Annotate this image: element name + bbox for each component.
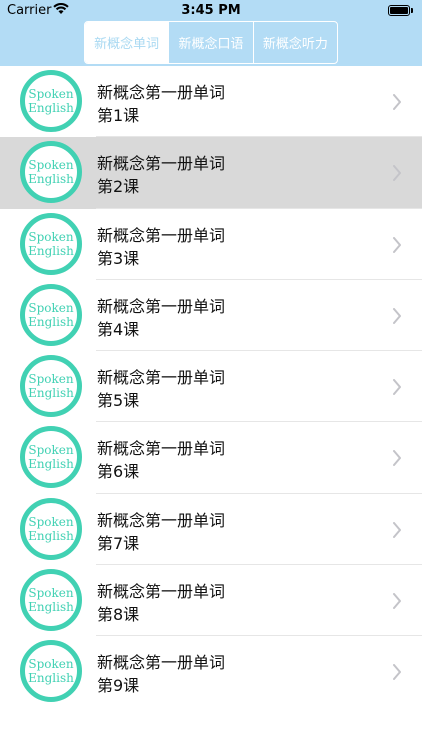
logo-text: Spoken bbox=[28, 229, 74, 244]
item-lesson: 第2课 bbox=[97, 177, 140, 197]
logo-text: Spoken bbox=[28, 300, 74, 315]
item-lesson: 第7课 bbox=[97, 533, 140, 553]
spoken-english-logo: Spoken English bbox=[20, 640, 82, 703]
logo-text: English bbox=[28, 528, 74, 543]
logo-text: English bbox=[28, 671, 74, 686]
item-title: 新概念第一册单词 bbox=[97, 582, 226, 602]
chevron-right-icon bbox=[393, 307, 401, 324]
chevron-right-icon bbox=[393, 94, 401, 110]
battery-icon bbox=[388, 5, 410, 16]
segmented-control: 新概念单词 新概念口语 新概念听力 bbox=[84, 21, 338, 64]
spoken-english-logo: Spoken English bbox=[20, 355, 82, 418]
list-item[interactable]: Spoken English 新概念第一册单词 第7课 bbox=[0, 493, 422, 566]
chevron-right-icon bbox=[393, 664, 401, 681]
tab-listening[interactable]: 新概念听力 bbox=[252, 22, 337, 63]
chevron-right-icon bbox=[393, 236, 401, 253]
chevron-right-icon bbox=[393, 379, 401, 396]
logo-text: Spoken bbox=[28, 586, 74, 601]
spoken-english-logo: Spoken English bbox=[20, 70, 82, 132]
spoken-english-logo: Spoken English bbox=[20, 426, 82, 489]
logo-text: English bbox=[28, 386, 74, 401]
spoken-english-logo: Spoken English bbox=[20, 212, 82, 275]
item-title: 新概念第一册单词 bbox=[97, 653, 226, 673]
item-title: 新概念第一册单词 bbox=[97, 439, 226, 459]
item-title: 新概念第一册单词 bbox=[97, 225, 226, 245]
chevron-right-icon bbox=[393, 593, 401, 610]
logo-text: Spoken bbox=[28, 657, 74, 672]
item-title: 新概念第一册单词 bbox=[97, 296, 226, 316]
logo-text: English bbox=[28, 457, 74, 472]
list-item[interactable]: Spoken English 新概念第一册单词 第6课 bbox=[0, 422, 422, 494]
list-item[interactable]: Spoken English 新概念第一册单词 第5课 bbox=[0, 351, 422, 423]
list-item[interactable]: Spoken English 新概念第一册单词 第3课 bbox=[0, 208, 422, 280]
status-bar: Carrier 3:45 PM bbox=[0, 0, 422, 22]
spoken-english-logo: Spoken English bbox=[20, 141, 82, 204]
logo-text: English bbox=[28, 101, 74, 115]
logo-text: English bbox=[28, 314, 74, 329]
item-lesson: 第6课 bbox=[97, 462, 140, 482]
status-time: 3:45 PM bbox=[181, 3, 241, 18]
logo-text: Spoken bbox=[28, 158, 74, 173]
item-lesson: 第3课 bbox=[97, 248, 140, 268]
item-title: 新概念第一册单词 bbox=[97, 510, 226, 530]
logo-text: English bbox=[28, 243, 74, 258]
lesson-list: Spoken English 新概念第一册单词 第1课 Spoken English… bbox=[0, 66, 422, 708]
item-lesson: 第1课 bbox=[97, 106, 140, 125]
logo-text: Spoken bbox=[28, 87, 74, 101]
header: Carrier 3:45 PM 新概念单词 新概念口语 新概念听力 bbox=[0, 0, 422, 66]
logo-text: Spoken bbox=[28, 372, 74, 387]
item-title: 新概念第一册单词 bbox=[97, 154, 226, 174]
tab-vocabulary[interactable]: 新概念单词 bbox=[85, 22, 169, 63]
spoken-english-logo: Spoken English bbox=[20, 569, 82, 632]
logo-text: English bbox=[28, 600, 74, 615]
list-item[interactable]: Spoken English 新概念第一册单词 第9课 bbox=[0, 636, 422, 708]
spoken-english-logo: Spoken English bbox=[20, 497, 82, 560]
logo-text: English bbox=[28, 172, 74, 187]
list-item[interactable]: Spoken English 新概念第一册单词 第1课 bbox=[0, 66, 422, 138]
item-lesson: 第5课 bbox=[97, 391, 140, 411]
spoken-english-logo: Spoken English bbox=[20, 283, 82, 346]
battery-nub bbox=[411, 8, 413, 13]
item-title: 新概念第一册单词 bbox=[97, 83, 226, 102]
chevron-right-icon bbox=[393, 521, 401, 538]
tab-speaking[interactable]: 新概念口语 bbox=[168, 22, 252, 63]
logo-text: Spoken bbox=[28, 514, 74, 529]
list-item[interactable]: Spoken English 新概念第一册单词 第2课 bbox=[0, 137, 422, 209]
list-item[interactable]: Spoken English 新概念第一册单词 第8课 bbox=[0, 565, 422, 637]
logo-text: Spoken bbox=[28, 443, 74, 458]
item-lesson: 第4课 bbox=[97, 319, 140, 339]
chevron-right-icon bbox=[393, 450, 401, 467]
item-lesson: 第8课 bbox=[97, 605, 140, 625]
chevron-right-icon bbox=[393, 165, 401, 182]
list-item[interactable]: Spoken English 新概念第一册单词 第4课 bbox=[0, 279, 422, 352]
item-lesson: 第9课 bbox=[97, 676, 140, 696]
item-title: 新概念第一册单词 bbox=[97, 368, 226, 388]
